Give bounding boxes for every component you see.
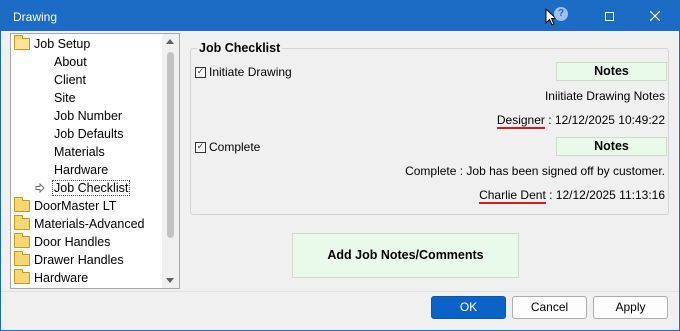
- tree-item-job-defaults[interactable]: Job Defaults: [54, 125, 123, 143]
- tree-item-drawer-handles[interactable]: Drawer Handles: [14, 251, 124, 269]
- window-title: Drawing: [13, 10, 58, 24]
- tree-item-about[interactable]: About: [54, 53, 87, 71]
- tree-item-label: Door Handles: [34, 235, 111, 249]
- folder-icon: [14, 197, 30, 212]
- open-folder-icon: [14, 35, 30, 50]
- signoff-timestamp: : 12/12/2025 11:13:16: [545, 188, 665, 202]
- folder-icon: [14, 251, 30, 266]
- tree-item-label: Client: [54, 73, 86, 87]
- tree-item-job-setup[interactable]: Job Setup: [14, 35, 90, 53]
- maximize-button[interactable]: [586, 1, 632, 31]
- tree-item-hardware[interactable]: Hardware: [54, 161, 108, 179]
- tree-item-client[interactable]: Client: [54, 71, 86, 89]
- tree-item-job-checklist[interactable]: Job Checklist: [52, 179, 131, 197]
- tree-item-materials[interactable]: Materials: [54, 143, 105, 161]
- tree-item-label: DoorMaster LT: [34, 199, 117, 213]
- navigation-tree[interactable]: Job Setup About Client Site Job Number J…: [10, 33, 180, 289]
- footer-divider: [1, 291, 679, 292]
- signer-name: Designer: [496, 113, 545, 129]
- folder-icon: [14, 269, 30, 284]
- tree-item-label: Job Checklist: [52, 180, 131, 196]
- signer-name: Charlie Dent: [479, 188, 546, 204]
- add-job-notes-button[interactable]: Add Job Notes/Comments: [292, 233, 519, 278]
- note-text: Complete : Job has been signed off by cu…: [405, 164, 665, 178]
- notes-button-initiate[interactable]: Notes: [556, 62, 667, 81]
- tree-item-label: Hardware: [54, 163, 109, 177]
- tree-item-label: Materials-Advanced: [34, 217, 145, 231]
- initiate-drawing-label: Initiate Drawing: [209, 65, 292, 79]
- scroll-down-icon[interactable]: [166, 278, 174, 283]
- tree-item-label: Site: [54, 91, 76, 105]
- cancel-button[interactable]: Cancel: [512, 296, 587, 319]
- scroll-up-icon[interactable]: [166, 39, 174, 44]
- tree-item-label: Job Setup: [34, 37, 91, 51]
- help-icon[interactable]: ?: [554, 7, 568, 21]
- drawing-window: Drawing ? Job Setup About Client Site Jo…: [0, 0, 680, 331]
- title-bar[interactable]: Drawing ?: [1, 1, 679, 31]
- tree-item-label: Hardware: [34, 271, 89, 285]
- tree-item-job-number[interactable]: Job Number: [54, 107, 122, 125]
- close-button[interactable]: [632, 1, 678, 31]
- tree-item-site[interactable]: Site: [54, 89, 76, 107]
- complete-label: Complete: [209, 140, 261, 154]
- tree-item-materials-advanced[interactable]: Materials-Advanced: [14, 215, 144, 233]
- folder-icon: [14, 215, 30, 230]
- complete-checkbox[interactable]: ✓: [195, 142, 206, 153]
- apply-button[interactable]: Apply: [593, 296, 668, 319]
- tree-item-label: Job Defaults: [54, 127, 124, 141]
- notes-button-complete[interactable]: Notes: [556, 137, 667, 156]
- signoff-line: Charlie Dent : 12/12/2025 11:13:16: [479, 188, 665, 204]
- note-text: Iniitiate Drawing Notes: [544, 89, 665, 103]
- tree-scrollbar[interactable]: [162, 34, 179, 288]
- close-icon: [650, 11, 660, 21]
- ok-button[interactable]: OK: [431, 296, 506, 319]
- signoff-line: Designer : 12/12/2025 10:49:22: [496, 113, 665, 129]
- signoff-timestamp: : 12/12/2025 10:49:22: [544, 113, 665, 127]
- tree-item-label: Job Number: [54, 109, 123, 123]
- maximize-icon: [604, 11, 614, 21]
- group-title: Job Checklist: [197, 41, 283, 55]
- scrollbar-thumb[interactable]: [167, 52, 174, 238]
- selected-arrow-icon: [35, 183, 45, 193]
- tree-item-doormaster-lt[interactable]: DoorMaster LT: [14, 197, 116, 215]
- folder-icon: [14, 233, 30, 248]
- tree-item-door-handles[interactable]: Door Handles: [14, 233, 110, 251]
- initiate-drawing-checkbox[interactable]: ✓: [195, 67, 206, 78]
- tree-item-hardware-group[interactable]: Hardware: [14, 269, 88, 287]
- tree-item-label: Drawer Handles: [34, 253, 124, 267]
- tree-item-label: Materials: [54, 145, 105, 159]
- tree-item-label: About: [54, 55, 87, 69]
